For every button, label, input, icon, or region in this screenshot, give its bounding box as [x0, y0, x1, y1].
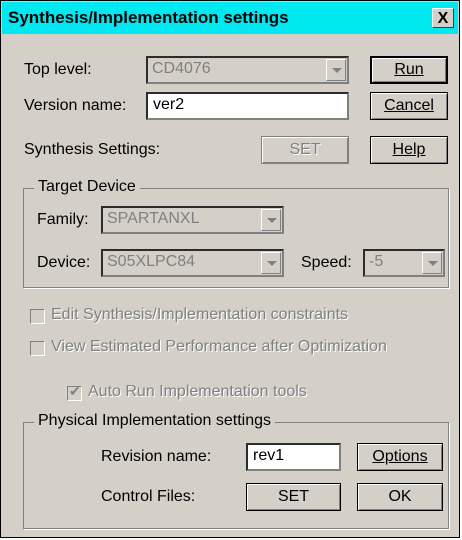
family-value: SPARTANXL	[107, 210, 200, 227]
checkmark-icon: ✔	[69, 383, 81, 399]
auto-run-label: Auto Run Implementation tools	[88, 383, 307, 400]
revision-name-label: Revision name:	[101, 448, 212, 465]
options-button[interactable]: Options	[357, 443, 443, 471]
family-combo[interactable]: SPARTANXL	[101, 206, 284, 234]
top-level-label: Top level:	[24, 61, 92, 78]
cancel-button-label: Cancel	[384, 97, 434, 114]
help-button-label: Help	[392, 141, 426, 158]
physical-implementation-group	[23, 422, 449, 529]
speed-combo[interactable]: -5	[363, 249, 445, 277]
run-button[interactable]: Run	[370, 56, 448, 84]
family-label: Family:	[37, 211, 89, 228]
control-files-set-button[interactable]: SET	[246, 483, 341, 511]
speed-value: -5	[369, 253, 384, 270]
device-combo[interactable]: S05XLPC84	[101, 249, 284, 277]
version-name-label: Version name:	[24, 97, 127, 114]
options-button-label: Options	[372, 448, 428, 465]
chevron-down-icon[interactable]	[261, 252, 281, 274]
edit-constraints-label: Edit Synthesis/Implementation constraint…	[51, 306, 349, 323]
synthesis-set-button[interactable]: SET	[261, 136, 349, 164]
speed-label: Speed:	[301, 254, 352, 271]
chevron-down-icon[interactable]	[326, 59, 346, 81]
revision-name-input[interactable]: rev1	[246, 443, 341, 471]
top-level-combo[interactable]: CD4076	[146, 56, 349, 84]
edit-constraints-checkbox[interactable]	[30, 309, 45, 324]
settings-dialog: Synthesis/Implementation settings X Top …	[0, 0, 460, 538]
physical-implementation-title: Physical Implementation settings	[34, 412, 275, 430]
chevron-down-icon[interactable]	[422, 252, 442, 274]
cancel-button[interactable]: Cancel	[370, 92, 448, 120]
title-bar[interactable]: Synthesis/Implementation settings X	[2, 2, 458, 34]
close-button[interactable]: X	[432, 8, 454, 28]
version-name-input[interactable]: ver2	[146, 92, 349, 120]
view-performance-label: View Estimated Performance after Optimiz…	[51, 338, 387, 355]
view-performance-checkbox[interactable]	[30, 341, 45, 356]
control-files-label: Control Files:	[101, 488, 196, 505]
synthesis-settings-label: Synthesis Settings:	[24, 141, 161, 158]
ok-button[interactable]: OK	[357, 483, 443, 511]
target-device-title: Target Device	[34, 178, 140, 196]
device-label: Device:	[37, 254, 91, 271]
help-button[interactable]: Help	[370, 136, 448, 164]
window-title: Synthesis/Implementation settings	[8, 8, 289, 27]
run-button-label: Run	[394, 61, 424, 78]
top-level-value: CD4076	[152, 60, 211, 77]
auto-run-checkbox[interactable]: ✔	[67, 383, 82, 401]
device-value: S05XLPC84	[107, 253, 196, 270]
chevron-down-icon[interactable]	[261, 209, 281, 231]
